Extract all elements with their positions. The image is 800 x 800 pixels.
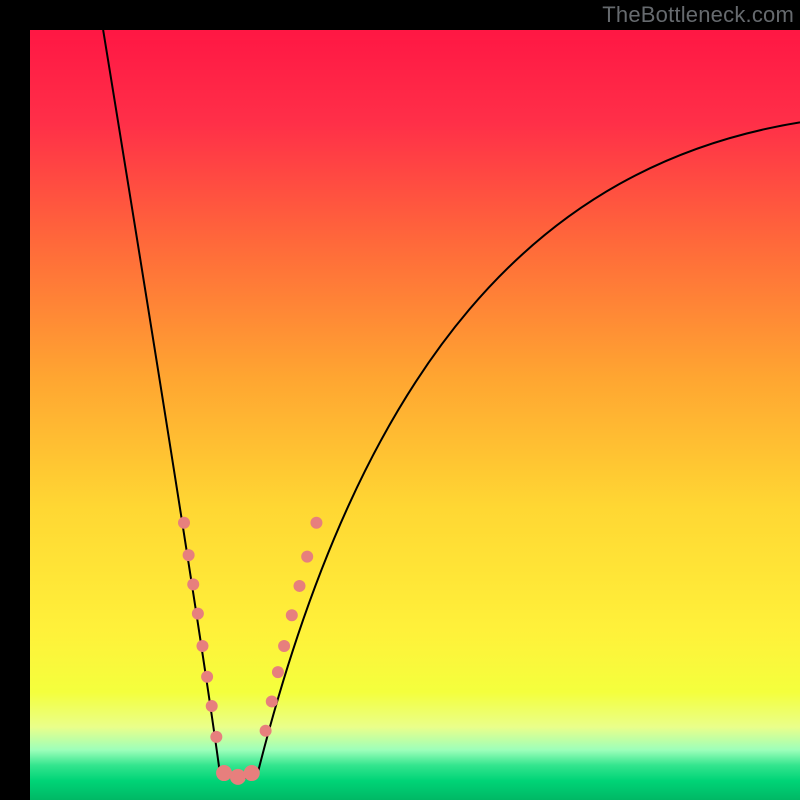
marker-dot-right-7 — [310, 517, 322, 529]
chart-background — [30, 30, 800, 800]
marker-dot-right-5 — [294, 580, 306, 592]
marker-dot-right-4 — [286, 609, 298, 621]
marker-dot-bottom-1 — [230, 769, 246, 785]
watermark-text: TheBottleneck.com — [602, 2, 794, 28]
marker-dot-bottom-2 — [244, 765, 260, 781]
marker-dot-left-4 — [196, 640, 208, 652]
marker-dot-right-0 — [260, 725, 272, 737]
marker-dot-left-0 — [178, 517, 190, 529]
marker-dot-left-2 — [187, 578, 199, 590]
marker-dot-left-5 — [201, 671, 213, 683]
marker-dot-bottom-0 — [216, 765, 232, 781]
marker-dot-left-3 — [192, 608, 204, 620]
marker-dot-right-6 — [301, 551, 313, 563]
marker-dot-left-1 — [183, 549, 195, 561]
chart-svg — [30, 30, 800, 800]
marker-dot-right-2 — [272, 666, 284, 678]
marker-dot-right-3 — [278, 640, 290, 652]
marker-dot-left-7 — [210, 731, 222, 743]
chart-frame — [30, 30, 800, 800]
marker-dot-right-1 — [266, 695, 278, 707]
marker-dot-left-6 — [206, 700, 218, 712]
